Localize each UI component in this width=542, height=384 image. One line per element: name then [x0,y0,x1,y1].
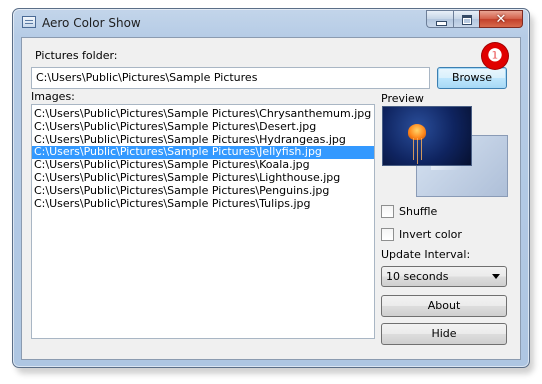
callout-badge: ❶ [482,43,508,69]
close-icon: ✕ [495,12,507,27]
about-button[interactable]: About [381,295,507,317]
shuffle-label: Shuffle [399,205,438,218]
image-list-item[interactable]: C:\Users\Public\Pictures\Sample Pictures… [32,159,374,172]
preview-area [380,104,510,198]
chevron-down-icon [492,274,500,279]
image-list-item[interactable]: C:\Users\Public\Pictures\Sample Pictures… [32,185,374,198]
images-list: C:\Users\Public\Pictures\Sample Pictures… [32,108,374,210]
image-list-item[interactable]: C:\Users\Public\Pictures\Sample Pictures… [32,108,374,121]
preview-image [382,106,472,166]
image-list-item[interactable]: C:\Users\Public\Pictures\Sample Pictures… [32,198,374,211]
image-list-item[interactable]: C:\Users\Public\Pictures\Sample Pictures… [32,134,374,147]
hide-button[interactable]: Hide [381,323,507,345]
update-interval-label: Update Interval: [381,248,471,261]
tentacle [421,138,422,160]
tentacle [417,138,418,164]
update-interval-select[interactable]: 10 seconds [381,266,507,287]
image-list-item[interactable]: C:\Users\Public\Pictures\Sample Pictures… [32,121,374,134]
update-interval-value: 10 seconds [386,270,449,283]
title-bar[interactable]: Aero Color Show ✕ [13,9,529,37]
image-list-item[interactable]: C:\Users\Public\Pictures\Sample Pictures… [32,172,374,185]
window-title: Aero Color Show [42,16,141,30]
tentacle [413,138,414,160]
shuffle-checkbox[interactable] [381,205,394,218]
images-label: Images: [31,90,75,103]
minimize-button[interactable] [426,10,453,28]
invert-color-checkbox[interactable] [381,228,394,241]
image-list-item[interactable]: C:\Users\Public\Pictures\Sample Pictures… [32,146,374,160]
caption-buttons: ✕ [426,10,523,29]
maximize-button[interactable] [453,10,479,28]
close-button[interactable]: ✕ [479,10,523,28]
pictures-folder-label: Pictures folder: [35,49,118,62]
images-listbox[interactable]: C:\Users\Public\Pictures\Sample Pictures… [31,104,375,339]
browse-button[interactable]: Browse [437,67,507,89]
pictures-folder-input[interactable]: C:\Users\Public\Pictures\Sample Pictures [31,67,430,89]
invert-color-label: Invert color [399,228,462,241]
app-window-icon[interactable] [22,16,36,28]
